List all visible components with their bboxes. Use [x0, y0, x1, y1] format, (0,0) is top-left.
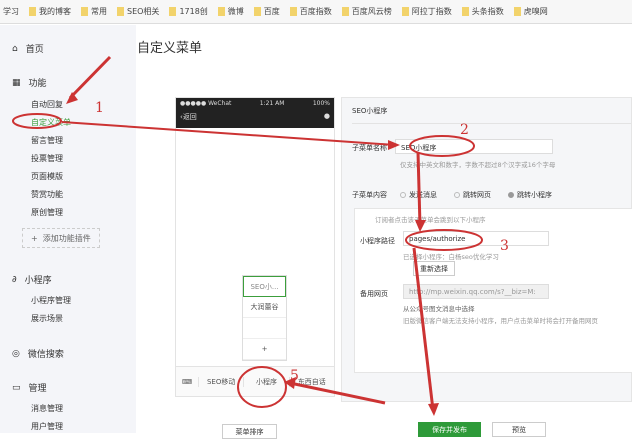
phone-header: ●●●●● WeChat 1:21 AM 100% ‹返回 ● [176, 98, 334, 128]
menu-editor: SEO小程序 子菜单名称 SEO小程序 仅支持中英文和数字，字数不超过8个汉字或… [341, 97, 632, 402]
folder-icon [169, 7, 177, 16]
keyboard-icon[interactable]: ⌨ [176, 378, 198, 386]
menu-item[interactable]: SEO移动 [198, 376, 243, 387]
annotation-number: 2 [460, 122, 469, 138]
bookmarks-bar: 学习 我的博客 常用 SEO相关 1718创 微博 百度 百度指数 百度风云榜 阿拉丁指数 头条指数… [0, 0, 632, 24]
sidebar-func: ▦ 功能 [12, 77, 47, 90]
bookmark-item[interactable]: 百度 [253, 6, 280, 17]
select-from-articles-link[interactable]: 从公众号图文消息中选择 [403, 303, 475, 313]
folder-icon [253, 7, 261, 16]
submenu-item[interactable]: SEO小... [243, 276, 286, 297]
user-icon: ● [323, 112, 330, 120]
annotation-number: 3 [500, 238, 509, 254]
bookmark-item[interactable]: 百度指数 [289, 6, 332, 17]
folder-icon [117, 7, 124, 16]
sidebar-item[interactable]: 留言管理 [31, 135, 63, 146]
mini-program-settings: 订阅者点击该子菜单会跳到以下小程序 小程序路径 pages/authorize … [354, 208, 632, 373]
menu-item[interactable]: 小程序 [243, 376, 288, 387]
submenu-name-input[interactable]: SEO小程序 [395, 139, 553, 154]
phone-preview: ●●●●● WeChat 1:21 AM 100% ‹返回 ● SEO小... 大润蕾… [175, 97, 335, 397]
add-submenu-button[interactable]: + [243, 339, 286, 360]
annotation-number: 5 [290, 368, 299, 384]
submenu-item[interactable]: 大润蕾谷 [243, 297, 286, 318]
sort-menu-button[interactable]: 菜单排序 [222, 424, 277, 439]
folder-icon [461, 7, 469, 16]
sidebar-item[interactable]: 原创管理 [31, 207, 63, 218]
bookmark-item[interactable]: 虎嗅网 [513, 6, 548, 17]
link-icon: ∂ [12, 274, 17, 285]
bookmark-item[interactable]: SEO相关 [117, 6, 159, 17]
sidebar: ⌂ 首页 ▦ 功能 自动回复 自定义菜单 留言管理 投票管理 页面模版 赞赏功能 原… [0, 25, 136, 433]
sidebar-item[interactable]: 展示场景 [31, 313, 63, 324]
inbox-icon: ▭ [12, 382, 21, 393]
folder-icon [217, 7, 225, 16]
phone-menu-bar: ⌨ SEO移动 小程序 东西自话 [176, 366, 334, 396]
backup-url-input[interactable]: http://mp.weixin.qq.com/s?__biz=M: [403, 284, 549, 299]
sidebar-mini: ∂ 小程序 [12, 274, 52, 287]
sidebar-item[interactable]: 消息管理 [31, 403, 63, 414]
folder-icon [401, 7, 409, 16]
bookmark-item[interactable]: 常用 [81, 6, 107, 17]
bookmark-item[interactable]: 微博 [217, 6, 244, 17]
sidebar-item[interactable]: 小程序管理 [31, 295, 71, 306]
folder-icon [29, 7, 36, 16]
submenu-list: SEO小... 大润蕾谷 + [242, 275, 287, 361]
annotation-number: 1 [95, 100, 104, 116]
sidebar-search[interactable]: ◎ 微信搜索 [12, 347, 64, 361]
sidebar-item[interactable]: 用户管理 [31, 421, 63, 432]
sidebar-home[interactable]: ⌂ 首页 [12, 42, 44, 56]
submenu-item[interactable] [243, 318, 286, 339]
sidebar-manage: ▭ 管理 [12, 382, 47, 395]
radio-open-url[interactable]: 跳转网页 [454, 190, 491, 200]
bookmark-item[interactable]: 我的博客 [29, 6, 71, 17]
bookmark-item[interactable]: 百度风云榜 [341, 6, 392, 17]
folder-icon [513, 7, 521, 16]
sidebar-item[interactable]: 自动回复 [31, 99, 63, 110]
preview-button[interactable]: 预览 [492, 422, 546, 437]
mini-path-input[interactable]: pages/authorize [403, 231, 549, 246]
home-icon: ⌂ [12, 43, 18, 54]
sidebar-item-custom-menu[interactable]: 自定义菜单 [31, 117, 71, 128]
bookmark-item[interactable]: 阿拉丁指数 [401, 6, 452, 17]
bookmark-item[interactable]: 学习 [3, 6, 19, 17]
plus-icon: + [31, 233, 38, 243]
radio-mini-program[interactable]: 跳转小程序 [508, 190, 552, 200]
search-icon: ◎ [12, 348, 20, 359]
folder-icon [81, 7, 88, 16]
folder-icon [341, 7, 349, 16]
add-plugin-button[interactable]: + 添加功能插件 [22, 228, 100, 248]
sidebar-item[interactable]: 赞赏功能 [31, 189, 63, 200]
page-title: 自定义菜单 [137, 41, 203, 56]
folder-icon [289, 7, 297, 16]
grid-icon: ▦ [12, 77, 21, 88]
radio-send-message[interactable]: 发送消息 [400, 190, 437, 200]
reselect-button[interactable]: 重新选择 [413, 261, 455, 276]
sidebar-item[interactable]: 投票管理 [31, 153, 63, 164]
bookmark-item[interactable]: 头条指数 [461, 6, 504, 17]
save-publish-button[interactable]: 保存并发布 [418, 422, 481, 437]
bookmark-item[interactable]: 1718创 [169, 6, 208, 17]
sidebar-item[interactable]: 页面模版 [31, 171, 63, 182]
editor-header: SEO小程序 [352, 107, 388, 115]
